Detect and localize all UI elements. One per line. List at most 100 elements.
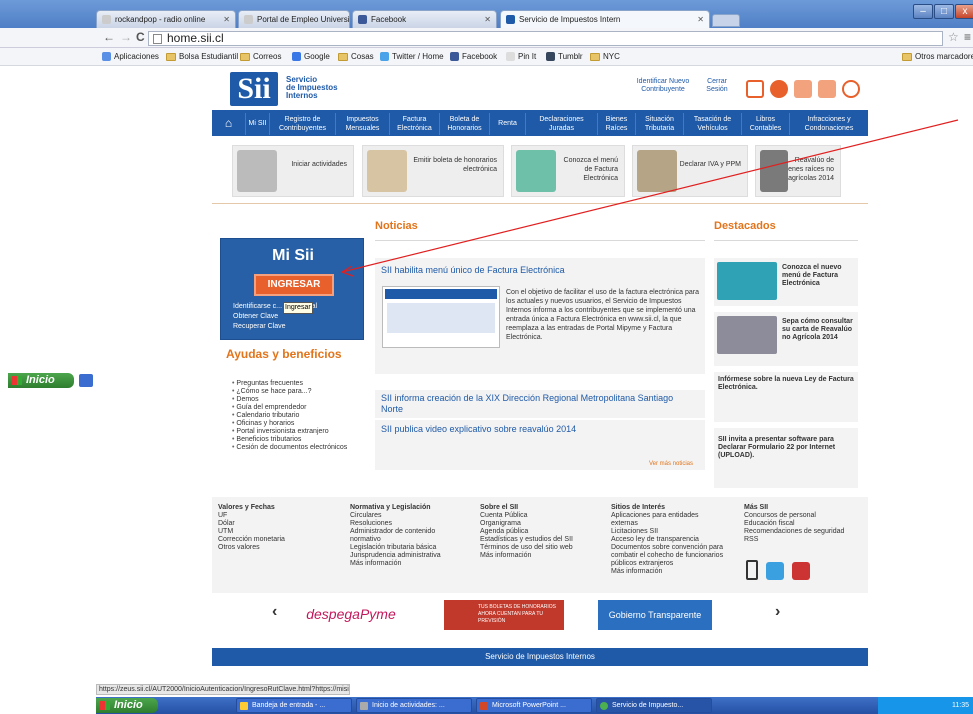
- facebook-icon[interactable]: [766, 562, 784, 580]
- footer-link[interactable]: Legislación tributaria básica: [350, 544, 441, 552]
- footer-link[interactable]: Más información: [480, 552, 573, 560]
- footer-link[interactable]: Aplicaciones para entidades: [611, 512, 723, 520]
- bookmark-twitter[interactable]: Twitter / Home: [380, 52, 444, 61]
- forward-icon[interactable]: →: [120, 30, 132, 44]
- footer-link[interactable]: Corrección monetaria: [218, 536, 285, 544]
- menu-boleta[interactable]: Boleta de Honorarios: [440, 113, 490, 135]
- obtener-clave-link[interactable]: Obtener Clave: [233, 313, 278, 320]
- menu-infracciones[interactable]: Infracciones y Condonaciones: [790, 113, 868, 135]
- footer-link[interactable]: Recomendaciones de seguridad: [744, 528, 844, 536]
- help-icon[interactable]: [770, 80, 788, 98]
- list-item[interactable]: Preguntas frecuentes: [232, 380, 347, 388]
- footer-link[interactable]: externas: [611, 520, 723, 528]
- list-item[interactable]: Cesión de documentos electrónicos: [232, 444, 347, 452]
- search-icon[interactable]: [842, 80, 860, 98]
- footer-link[interactable]: Más información: [611, 568, 723, 576]
- bookmark-pinit[interactable]: Pin It: [506, 52, 536, 61]
- banner-iva[interactable]: Declarar IVA y PPM: [632, 145, 748, 197]
- menu-libros[interactable]: Libros Contables: [742, 113, 790, 135]
- footer-link[interactable]: UTM: [218, 528, 285, 536]
- start-button[interactable]: Inicio: [96, 698, 158, 713]
- url-input[interactable]: home.sii.cl: [148, 31, 943, 46]
- youtube-icon[interactable]: [792, 562, 810, 580]
- close-icon[interactable]: ✕: [484, 15, 491, 24]
- footer-link[interactable]: Jurisprudencia administrativa: [350, 552, 441, 560]
- menu-mi-sii[interactable]: Mi SII: [246, 113, 270, 135]
- footer-link[interactable]: Circulares: [350, 512, 441, 520]
- carousel-prev-icon[interactable]: ‹: [272, 603, 277, 621]
- footer-link[interactable]: Agenda pública: [480, 528, 573, 536]
- bookmark-otros[interactable]: Otros marcadore: [902, 52, 973, 61]
- list-item[interactable]: ¿Cómo se hace para...?: [232, 388, 347, 396]
- identificar-link[interactable]: Identificar Nuevo Contribuyente: [634, 78, 692, 94]
- bookmark-bolsa[interactable]: Bolsa Estudiantil: [166, 52, 238, 61]
- list-item[interactable]: Beneficios tributarios: [232, 436, 347, 444]
- banner-reavaluo[interactable]: Reavalúo de bienes raíces no agrícolas 2…: [755, 145, 841, 197]
- destacado-item[interactable]: Sepa cómo consultar su carta de Reavalúo…: [714, 312, 858, 366]
- close-icon[interactable]: ✕: [223, 15, 230, 24]
- banner-boleta[interactable]: Emitir boleta de honorarios electrónica: [362, 145, 504, 197]
- list-item[interactable]: Guía del emprendedor: [232, 404, 347, 412]
- menu-impuestos[interactable]: Impuestos Mensuales: [336, 113, 390, 135]
- taskbar-item-inicio[interactable]: Inicio de actividades: ...: [356, 698, 472, 713]
- footer-link[interactable]: Más información: [350, 560, 441, 568]
- tab-rockandpop[interactable]: rockandpop - radio online ✕: [96, 10, 236, 28]
- boletas-banner[interactable]: TUS BOLETAS DE HONORARIOS AHORA CUENTAN …: [444, 600, 564, 630]
- list-item[interactable]: Portal inversionista extranjero: [232, 428, 347, 436]
- footer-link[interactable]: Dólar: [218, 520, 285, 528]
- desktop-start-button[interactable]: Inicio: [8, 373, 74, 388]
- taskbar-item-chrome[interactable]: Servicio de Impuesto...: [596, 698, 712, 713]
- bookmark-google[interactable]: Google: [292, 52, 330, 61]
- footer-link[interactable]: normativo: [350, 536, 441, 544]
- menu-situacion[interactable]: Situación Tributaria: [636, 113, 684, 135]
- footer-link[interactable]: Educación fiscal: [744, 520, 844, 528]
- menu-factura[interactable]: Factura Electrónica: [390, 113, 440, 135]
- footer-link[interactable]: Resoluciones: [350, 520, 441, 528]
- mail-icon[interactable]: [818, 80, 836, 98]
- list-item[interactable]: Demos: [232, 396, 347, 404]
- bookmark-aplicaciones[interactable]: Aplicaciones: [102, 52, 159, 61]
- footer-link[interactable]: Administrador de contenido: [350, 528, 441, 536]
- despegapyme-logo[interactable]: despegaPyme: [295, 602, 407, 626]
- tab-facebook[interactable]: Facebook ✕: [352, 10, 497, 28]
- menu-bienes[interactable]: Bienes Raíces: [598, 113, 636, 135]
- clock[interactable]: 11:35: [952, 702, 969, 709]
- bookmark-correos[interactable]: Correos: [240, 52, 281, 61]
- footer-link[interactable]: Cuenta Pública: [480, 512, 573, 520]
- desktop-quicklaunch-icon[interactable]: [79, 374, 93, 387]
- tab-portal-empleo[interactable]: Portal de Empleo Universida✕: [238, 10, 350, 28]
- ingresar-button[interactable]: INGRESAR: [254, 274, 334, 296]
- gobierno-transparente-logo[interactable]: Gobierno Transparente: [598, 600, 712, 630]
- footer-link[interactable]: Concursos de personal: [744, 512, 844, 520]
- bookmark-facebook[interactable]: Facebook: [450, 52, 497, 61]
- footer-link[interactable]: Documentos sobre convención para: [611, 544, 723, 552]
- menu-registro[interactable]: Registro de Contribuyentes: [270, 113, 336, 135]
- banner-iniciar[interactable]: Iniciar actividades: [232, 145, 354, 197]
- menu-tasacion[interactable]: Tasación de Vehículos: [684, 113, 742, 135]
- bookmark-nyc[interactable]: NYC: [590, 52, 620, 61]
- new-tab-button[interactable]: [712, 14, 740, 27]
- recuperar-clave-link[interactable]: Recuperar Clave: [233, 323, 286, 330]
- menu-icon[interactable]: ≡: [964, 30, 971, 44]
- destacado-item[interactable]: Infórmese sobre la nueva Ley de Factura …: [714, 372, 858, 422]
- banner-factura[interactable]: Conozca el menú de Factura Electrónica: [511, 145, 625, 197]
- footer-link[interactable]: RSS: [744, 536, 844, 544]
- footer-link[interactable]: Estadísticas y estudios del SII: [480, 536, 573, 544]
- list-item[interactable]: Calendario tributario: [232, 412, 347, 420]
- footer-link[interactable]: UF: [218, 512, 285, 520]
- bookmark-tumblr[interactable]: Tumblr: [546, 52, 583, 61]
- destacado-item[interactable]: Conozca el nuevo menú de Factura Electró…: [714, 258, 858, 306]
- reload-icon[interactable]: C: [136, 30, 145, 44]
- close-icon[interactable]: ✕: [697, 15, 704, 24]
- tab-sii[interactable]: Servicio de Impuestos Intern ✕: [500, 10, 710, 28]
- menu-declaraciones[interactable]: Declaraciones Juradas: [526, 113, 598, 135]
- minimize-button[interactable]: –: [913, 4, 933, 19]
- destacado-item[interactable]: SII invita a presentar software para Dec…: [714, 428, 858, 488]
- footer-link[interactable]: Otros valores: [218, 544, 285, 552]
- news-link[interactable]: SII informa creación de la XIX Dirección…: [381, 393, 681, 415]
- bookmark-cosas[interactable]: Cosas: [338, 52, 374, 61]
- footer-link[interactable]: combatir el cohecho de funcionarios: [611, 552, 723, 560]
- footer-link[interactable]: Organigrama: [480, 520, 573, 528]
- news-main-title[interactable]: SII habilita menú único de Factura Elect…: [381, 265, 565, 275]
- quick-launch[interactable]: [168, 700, 228, 711]
